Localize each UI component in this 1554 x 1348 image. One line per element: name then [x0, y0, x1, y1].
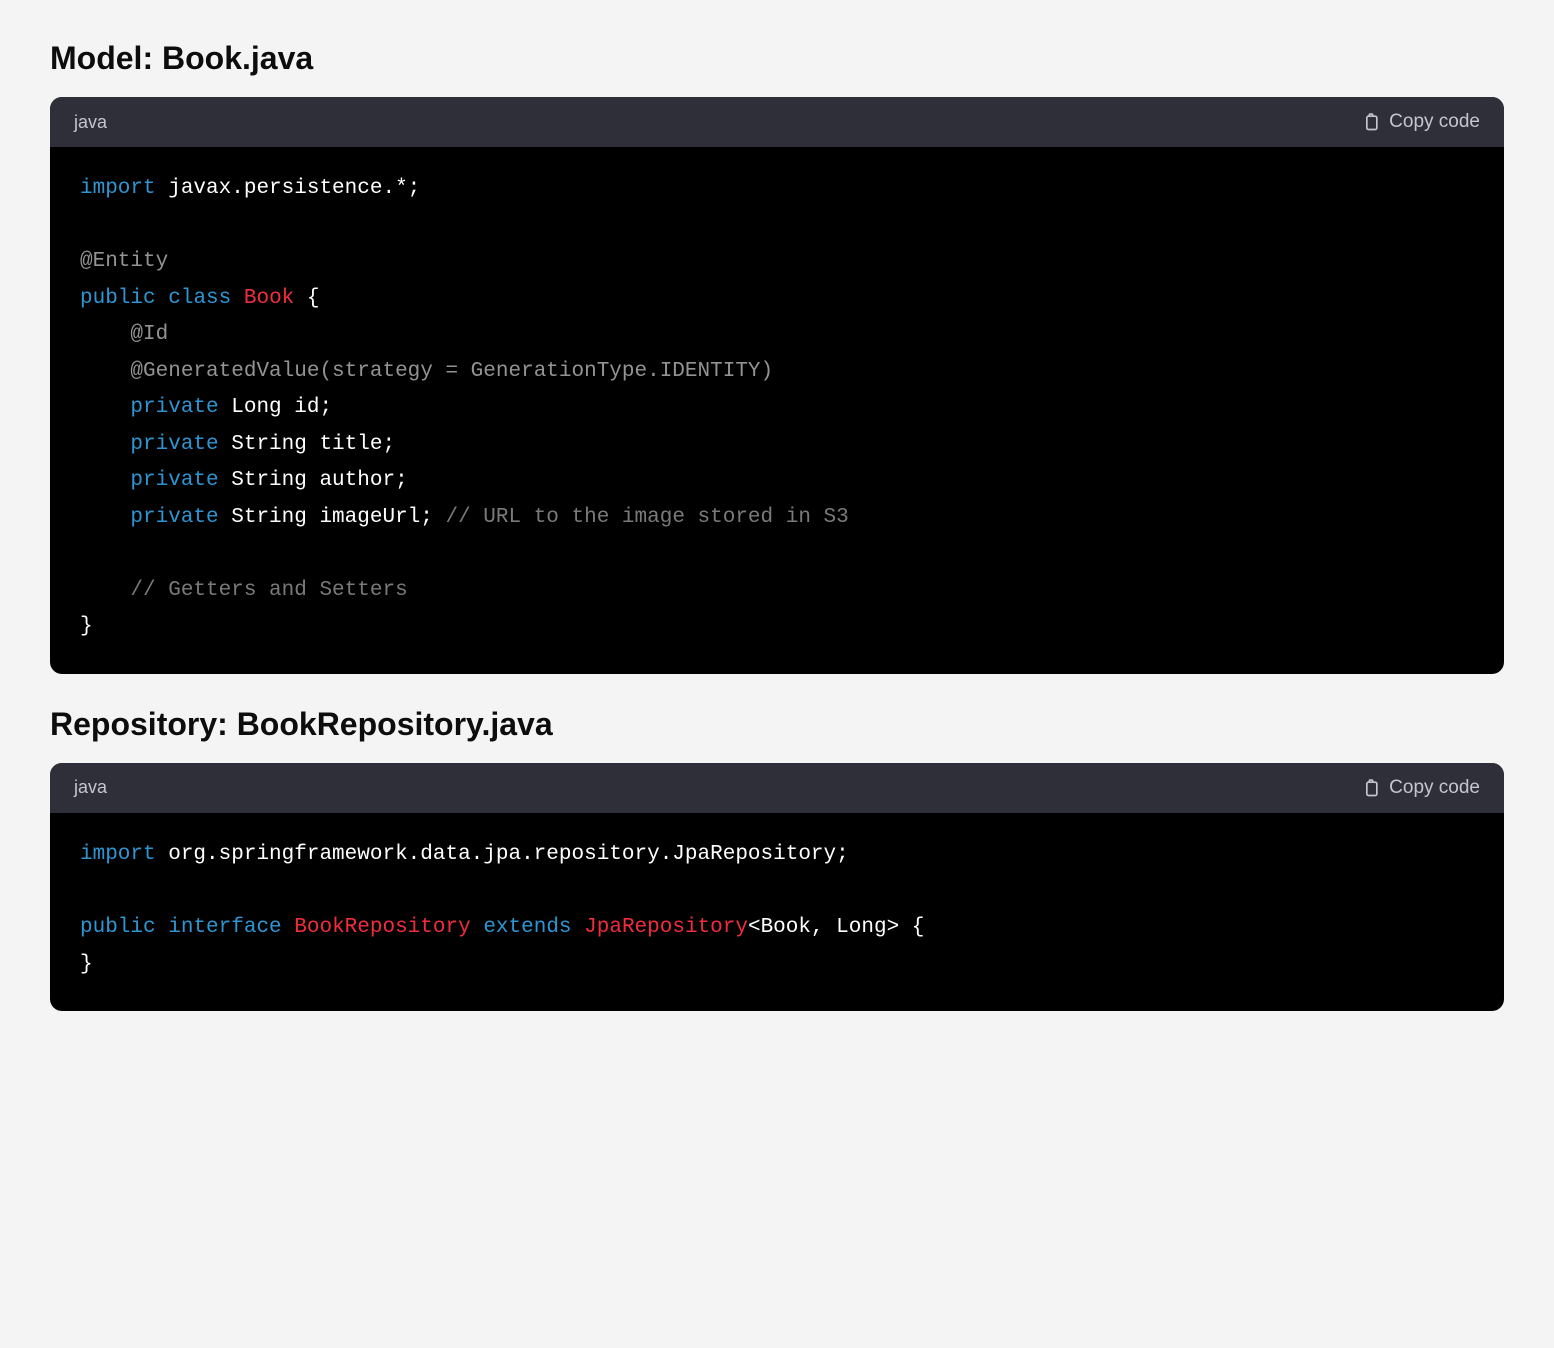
copy-code-button[interactable]: Copy code	[1361, 777, 1480, 799]
code-token: @GeneratedValue(strategy = GenerationTyp…	[130, 360, 773, 383]
copy-code-label: Copy code	[1389, 777, 1480, 799]
code-token: Book	[244, 287, 294, 310]
code-token	[572, 916, 585, 939]
code-token: org.springframework.data.jpa.repository.…	[156, 843, 849, 866]
code-token: import	[80, 177, 156, 200]
section-heading: Model: Book.java	[50, 40, 1504, 77]
code-block: java Copy code import javax.persistence.*;…	[50, 97, 1504, 674]
code-token: String imageUrl;	[219, 506, 446, 529]
code-header: java Copy code	[50, 763, 1504, 813]
code-token: javax.persistence.*;	[156, 177, 421, 200]
code-token: private	[130, 506, 218, 529]
code-token: class	[168, 287, 231, 310]
code-token	[471, 916, 484, 939]
code-header: java Copy code	[50, 97, 1504, 147]
code-token: private	[130, 396, 218, 419]
code-token	[282, 916, 295, 939]
code-language-label: java	[74, 112, 107, 133]
code-token: private	[130, 433, 218, 456]
code-token	[80, 396, 130, 419]
code-token: BookRepository	[294, 916, 470, 939]
code-token	[80, 360, 130, 383]
code-token	[156, 287, 169, 310]
code-token: import	[80, 843, 156, 866]
code-token: public	[80, 916, 156, 939]
code-token: @Entity	[80, 250, 168, 273]
code-body: import javax.persistence.*; @Entity publ…	[50, 147, 1504, 674]
code-token: extends	[483, 916, 571, 939]
code-block: java Copy code import org.springframework.…	[50, 763, 1504, 1011]
code-token: @Id	[130, 323, 168, 346]
clipboard-icon	[1361, 777, 1381, 799]
code-token: JpaRepository	[584, 916, 748, 939]
code-token	[156, 916, 169, 939]
clipboard-icon	[1361, 111, 1381, 133]
code-token: // Getters and Setters	[130, 579, 407, 602]
copy-code-button[interactable]: Copy code	[1361, 111, 1480, 133]
code-token: public	[80, 287, 156, 310]
code-token: private	[130, 469, 218, 492]
code-token	[231, 287, 244, 310]
section-heading: Repository: BookRepository.java	[50, 706, 1504, 743]
code-token: // URL to the image stored in S3	[445, 506, 848, 529]
code-token	[80, 579, 130, 602]
code-token: }	[80, 615, 93, 638]
code-token: interface	[168, 916, 281, 939]
copy-code-label: Copy code	[1389, 111, 1480, 133]
code-body: import org.springframework.data.jpa.repo…	[50, 813, 1504, 1011]
code-language-label: java	[74, 777, 107, 798]
